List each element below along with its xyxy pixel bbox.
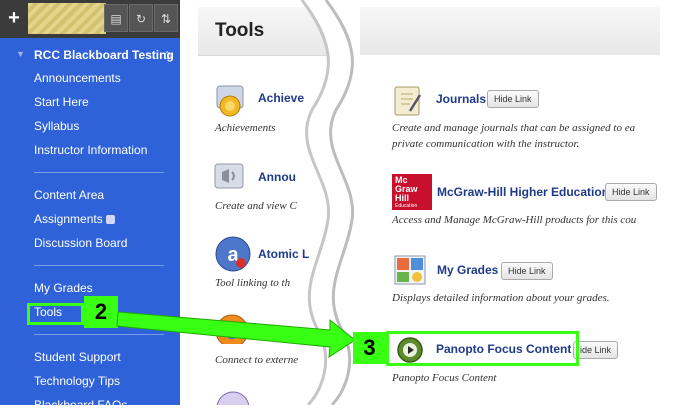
- step-3-callout: 3: [353, 332, 386, 364]
- panopto-highlight-box: [386, 331, 579, 366]
